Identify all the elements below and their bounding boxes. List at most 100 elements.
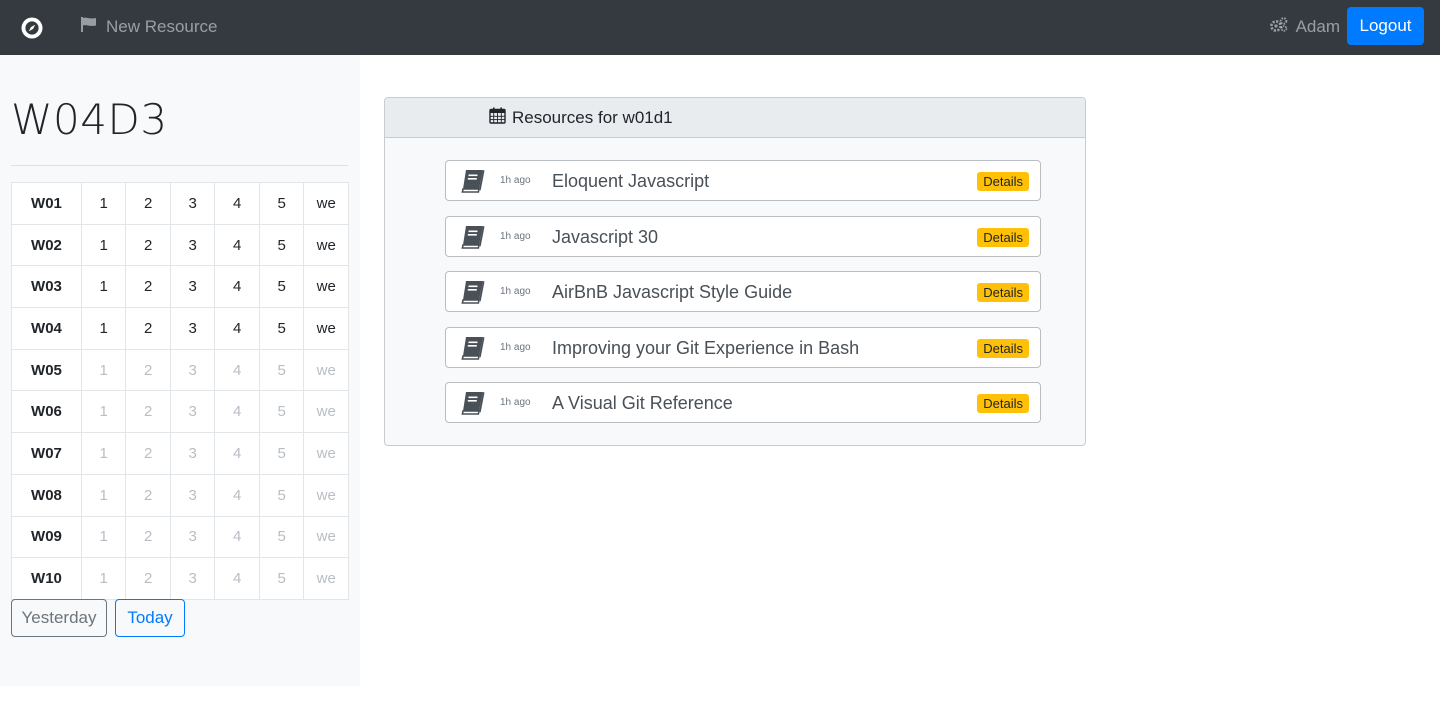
resource-title[interactable]: Javascript 30 xyxy=(552,227,658,248)
day-cell[interactable]: 3 xyxy=(169,515,216,559)
day-cell[interactable]: 3 xyxy=(169,348,216,392)
day-cell[interactable]: 3 xyxy=(169,557,216,600)
day-cell[interactable]: 5 xyxy=(258,348,305,392)
sidebar-divider xyxy=(11,165,348,166)
logout-button[interactable]: Logout xyxy=(1347,7,1424,45)
week-label[interactable]: W06 xyxy=(11,390,82,434)
user-menu[interactable]: Adam xyxy=(1269,17,1340,37)
day-cell[interactable]: 5 xyxy=(258,265,305,309)
day-cell[interactable]: 1 xyxy=(80,390,127,434)
day-cell[interactable]: 3 xyxy=(169,307,216,350)
week-label[interactable]: W01 xyxy=(11,182,82,225)
day-cell[interactable]: 5 xyxy=(258,307,305,350)
week-row: W01 1 2 3 4 5 we xyxy=(11,182,349,225)
day-cell[interactable]: 3 xyxy=(169,182,216,225)
day-cell[interactable]: 5 xyxy=(258,182,305,225)
week-label[interactable]: W08 xyxy=(11,473,82,517)
resource-item[interactable]: 1h ago Javascript 30 Details xyxy=(445,215,1041,257)
day-cell[interactable]: we xyxy=(303,223,349,267)
day-cell[interactable]: 4 xyxy=(214,182,260,225)
day-cell[interactable]: 5 xyxy=(258,515,305,559)
day-cell[interactable]: 1 xyxy=(80,348,127,392)
day-cell[interactable]: 5 xyxy=(258,473,305,517)
day-cell[interactable]: 2 xyxy=(125,557,171,600)
today-button[interactable]: Today xyxy=(115,599,185,637)
resource-title[interactable]: A Visual Git Reference xyxy=(552,393,733,414)
resource-item[interactable]: 1h ago A Visual Git Reference Details xyxy=(445,382,1041,423)
new-resource-link[interactable]: New Resource xyxy=(80,17,218,37)
week-row: W06 1 2 3 4 5 we xyxy=(11,390,349,434)
day-cell[interactable]: 2 xyxy=(125,307,171,350)
day-cell[interactable]: we xyxy=(303,557,349,600)
day-cell[interactable]: 1 xyxy=(80,182,127,225)
day-cell[interactable]: 5 xyxy=(258,432,305,475)
day-cell[interactable]: 3 xyxy=(169,265,216,309)
day-cell[interactable]: 2 xyxy=(125,432,171,475)
day-cell[interactable]: 2 xyxy=(125,265,171,309)
day-cell[interactable]: 5 xyxy=(258,223,305,267)
day-cell[interactable]: 2 xyxy=(125,348,171,392)
top-navbar: New Resource Adam Logout xyxy=(0,0,1440,55)
details-badge[interactable]: Details xyxy=(977,172,1029,191)
card-header-title: Resources for w01d1 xyxy=(512,107,673,127)
day-cell[interactable]: 1 xyxy=(80,223,127,267)
details-badge[interactable]: Details xyxy=(977,394,1029,413)
week-label[interactable]: W02 xyxy=(11,223,82,267)
resource-title[interactable]: Eloquent Javascript xyxy=(552,171,709,192)
details-badge[interactable]: Details xyxy=(977,283,1029,302)
resource-item[interactable]: 1h ago AirBnB Javascript Style Guide Detai… xyxy=(445,271,1041,312)
day-cell[interactable]: 4 xyxy=(214,307,260,350)
day-cell[interactable]: we xyxy=(303,390,349,434)
compass-icon[interactable] xyxy=(20,16,44,40)
details-badge[interactable]: Details xyxy=(977,227,1029,247)
day-cell[interactable]: 4 xyxy=(214,515,260,559)
day-cell[interactable]: we xyxy=(303,348,349,392)
day-cell[interactable]: 4 xyxy=(214,557,260,600)
week-label[interactable]: W04 xyxy=(11,307,82,350)
day-cell[interactable]: 1 xyxy=(80,557,127,600)
day-cell[interactable]: 4 xyxy=(214,473,260,517)
details-badge[interactable]: Details xyxy=(977,338,1029,358)
day-cell[interactable]: we xyxy=(303,515,349,559)
day-cell[interactable]: 1 xyxy=(80,265,127,309)
day-cell[interactable]: 3 xyxy=(169,473,216,517)
day-cell[interactable]: 3 xyxy=(169,223,216,267)
sidebar: W04D3 W01 1 2 3 4 5 we W02 1 2 3 4 5 we W03 1 2 3 4 5 we W04 1… xyxy=(0,55,360,686)
day-cell[interactable]: 5 xyxy=(258,557,305,600)
day-cell[interactable]: 3 xyxy=(169,390,216,434)
day-cell[interactable]: 4 xyxy=(214,265,260,309)
resource-item[interactable]: 1h ago Eloquent Javascript Details xyxy=(445,160,1041,201)
day-cell[interactable]: 2 xyxy=(125,473,171,517)
day-cell[interactable]: we xyxy=(303,265,349,309)
yesterday-button[interactable]: Yesterday xyxy=(11,599,107,637)
week-label[interactable]: W07 xyxy=(11,432,82,475)
day-cell[interactable]: we xyxy=(303,432,349,475)
week-label[interactable]: W05 xyxy=(11,348,82,392)
day-cell[interactable]: 2 xyxy=(125,515,171,559)
day-cell[interactable]: 1 xyxy=(80,473,127,517)
resource-item[interactable]: 1h ago Improving your Git Experience in B… xyxy=(445,326,1041,368)
day-cell[interactable]: 3 xyxy=(169,432,216,475)
day-cell[interactable]: 4 xyxy=(214,223,260,267)
day-cell[interactable]: 4 xyxy=(214,348,260,392)
day-cell[interactable]: 1 xyxy=(80,432,127,475)
day-cell[interactable]: 5 xyxy=(258,390,305,434)
day-cell[interactable]: 1 xyxy=(80,307,127,350)
day-cell[interactable]: we xyxy=(303,473,349,517)
day-cell[interactable]: we xyxy=(303,307,349,350)
week-label[interactable]: W09 xyxy=(11,515,82,559)
resource-title[interactable]: Improving your Git Experience in Bash xyxy=(552,338,859,359)
resource-time: 1h ago xyxy=(500,230,531,242)
week-row: W09 1 2 3 4 5 we xyxy=(11,515,349,559)
day-cell[interactable]: 2 xyxy=(125,390,171,434)
day-cell[interactable]: 2 xyxy=(125,182,171,225)
day-cell[interactable]: 2 xyxy=(125,223,171,267)
day-cell[interactable]: we xyxy=(303,182,349,225)
day-cell[interactable]: 4 xyxy=(214,390,260,434)
resource-title[interactable]: AirBnB Javascript Style Guide xyxy=(552,282,792,303)
day-cell[interactable]: 4 xyxy=(214,432,260,475)
day-cell[interactable]: 1 xyxy=(80,515,127,559)
week-label[interactable]: W03 xyxy=(11,265,82,309)
resources-card: Resources for w01d1 1h ago Eloquent Javas… xyxy=(384,97,1086,446)
week-label[interactable]: W10 xyxy=(11,557,82,600)
